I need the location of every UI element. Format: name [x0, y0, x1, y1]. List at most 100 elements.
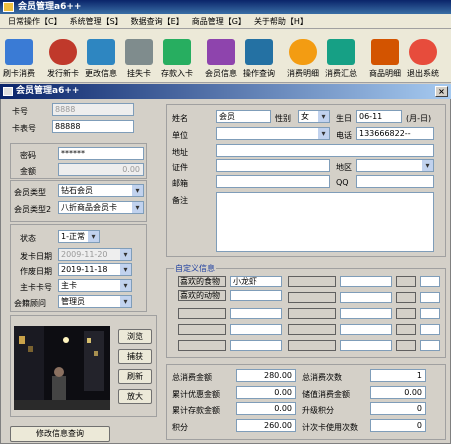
- name-field[interactable]: 会员: [216, 110, 271, 123]
- custom-value-5[interactable]: [230, 340, 282, 351]
- op-date-field[interactable]: 2019-11-18: [58, 263, 132, 276]
- birthday-field[interactable]: 06-11: [356, 110, 402, 123]
- toolbar-consume-summary-button[interactable]: 消费汇总: [322, 29, 360, 81]
- email-label: 邮箱: [172, 179, 188, 188]
- photo-capture-button[interactable]: 捕获: [118, 349, 152, 364]
- card-no-field[interactable]: 8888: [52, 103, 134, 116]
- custom-value-13[interactable]: [420, 308, 440, 319]
- toolbar-deposit-button[interactable]: 存款入卡: [158, 29, 196, 81]
- menu-goods[interactable]: 商品管理【G】: [188, 14, 250, 28]
- custom-key-2[interactable]: 喜欢的动物: [178, 290, 226, 301]
- custom-value-9[interactable]: [340, 324, 392, 335]
- custom-key-5[interactable]: [178, 340, 226, 351]
- dialog-close-button[interactable]: ×: [435, 86, 448, 97]
- count-card-field: 0: [370, 419, 426, 432]
- photo-zoom-button[interactable]: 放大: [118, 389, 152, 404]
- id-field[interactable]: [216, 159, 330, 172]
- custom-key-6[interactable]: [288, 276, 336, 287]
- name-label: 姓名: [172, 114, 188, 123]
- modify-info-query-button[interactable]: 修改信息查询: [10, 426, 110, 442]
- birthday-label: 生日: [336, 114, 352, 123]
- address-label: 地址: [172, 148, 188, 157]
- custom-value-3[interactable]: [230, 308, 282, 319]
- main-card-select[interactable]: 主卡: [58, 279, 132, 292]
- total-count-label: 总消费次数: [302, 373, 342, 382]
- custom-value-7[interactable]: [340, 292, 392, 303]
- custom-value-4[interactable]: [230, 324, 282, 335]
- custom-key-13[interactable]: [396, 308, 416, 319]
- toolbar-query-button[interactable]: 操作查询: [240, 29, 278, 81]
- phone-field[interactable]: 133666822--: [356, 127, 434, 140]
- email-field[interactable]: [216, 175, 330, 188]
- custom-key-4[interactable]: [178, 324, 226, 335]
- custom-value-1[interactable]: 小龙虾: [230, 276, 282, 287]
- custom-key-3[interactable]: [178, 308, 226, 319]
- issue-date-field: 2009-11-20: [58, 248, 132, 261]
- custom-value-8[interactable]: [340, 308, 392, 319]
- custom-info-title: 自定义信息: [174, 263, 216, 274]
- custom-key-15[interactable]: [396, 340, 416, 351]
- member-type2-select[interactable]: 八折商品会员卡: [58, 201, 144, 214]
- custom-value-11[interactable]: [420, 276, 440, 287]
- upgrade-field: 0: [370, 402, 426, 415]
- custom-value-15[interactable]: [420, 340, 440, 351]
- discount-field: 0.00: [236, 386, 296, 399]
- address-field[interactable]: [216, 144, 434, 157]
- consultant-label: 会籍顾问: [14, 299, 46, 308]
- dialog-title: 会员管理a6++: [16, 86, 80, 96]
- menu-daily[interactable]: 日常操作【C】: [4, 14, 66, 28]
- password-label: 密码: [20, 151, 36, 160]
- gender-label: 性别: [275, 114, 291, 123]
- custom-key-8[interactable]: [288, 308, 336, 319]
- toolbar-goods-detail-button[interactable]: 商品明细: [366, 29, 404, 81]
- menu-query[interactable]: 数据查询【E】: [127, 14, 188, 28]
- toolbar-pos-button[interactable]: 刷卡消费: [0, 29, 38, 81]
- unit-select[interactable]: [216, 127, 330, 140]
- menu-bar: 日常操作【C】 系统管理【S】 数据查询【E】 商品管理【G】 关于帮助【H】: [0, 14, 451, 29]
- toolbar-members-button[interactable]: 会员信息: [202, 29, 240, 81]
- toolbar-edit-info-button[interactable]: 更改信息: [82, 29, 120, 81]
- custom-key-10[interactable]: [288, 340, 336, 351]
- qq-label: QQ: [336, 178, 349, 187]
- member-type-label: 会员类型: [14, 188, 46, 197]
- dialog-titlebar: 会员管理a6++ ×: [0, 84, 451, 99]
- gender-select[interactable]: 女: [298, 110, 330, 123]
- custom-key-12[interactable]: [396, 292, 416, 303]
- custom-key-1[interactable]: 喜欢的食物: [178, 276, 226, 287]
- goods-detail-icon: [371, 39, 399, 65]
- menu-system[interactable]: 系统管理【S】: [66, 14, 127, 28]
- custom-value-14[interactable]: [420, 324, 440, 335]
- custom-value-2[interactable]: [230, 290, 282, 301]
- custom-key-11[interactable]: [396, 276, 416, 287]
- custom-value-6[interactable]: [340, 276, 392, 287]
- custom-key-9[interactable]: [288, 324, 336, 335]
- toolbar-consume-detail-button[interactable]: 消费明细: [284, 29, 322, 81]
- remark-textarea[interactable]: [216, 192, 434, 252]
- custom-value-10[interactable]: [340, 340, 392, 351]
- app-icon: [3, 2, 14, 12]
- points-field: 260.00: [236, 419, 296, 432]
- query-icon: [245, 39, 273, 65]
- menu-help[interactable]: 关于帮助【H】: [250, 14, 312, 28]
- custom-key-7[interactable]: [288, 292, 336, 303]
- status-select[interactable]: 1-正常: [58, 230, 100, 243]
- consultant-select[interactable]: 管理员: [58, 295, 132, 308]
- toolbar-exit-button[interactable]: 退出系统: [404, 29, 442, 81]
- photo-refresh-button[interactable]: 刷新: [118, 369, 152, 384]
- toolbar-new-card-button[interactable]: 发行新卡: [44, 29, 82, 81]
- custom-key-14[interactable]: [396, 324, 416, 335]
- member-type-select[interactable]: 钻石会员: [58, 184, 144, 197]
- photo-browse-button[interactable]: 浏览: [118, 329, 152, 344]
- password-field[interactable]: ******: [58, 147, 144, 160]
- id-label: 证件: [172, 163, 188, 172]
- card-face-field[interactable]: 88888: [52, 120, 134, 133]
- toolbar-lost-card-button[interactable]: 挂失卡: [120, 29, 158, 81]
- unit-label: 单位: [172, 131, 188, 140]
- region-select[interactable]: [356, 159, 434, 172]
- custom-value-12[interactable]: [420, 292, 440, 303]
- consume-summary-icon: [327, 39, 355, 65]
- window-title: 会员管理a6++: [18, 2, 82, 12]
- discount-label: 累计优惠金额: [172, 390, 220, 399]
- toolbar: 刷卡消费 发行新卡 更改信息 挂失卡 存款入卡 会员信息 操作查询 消费明细 消…: [0, 29, 451, 83]
- qq-field[interactable]: [356, 175, 434, 188]
